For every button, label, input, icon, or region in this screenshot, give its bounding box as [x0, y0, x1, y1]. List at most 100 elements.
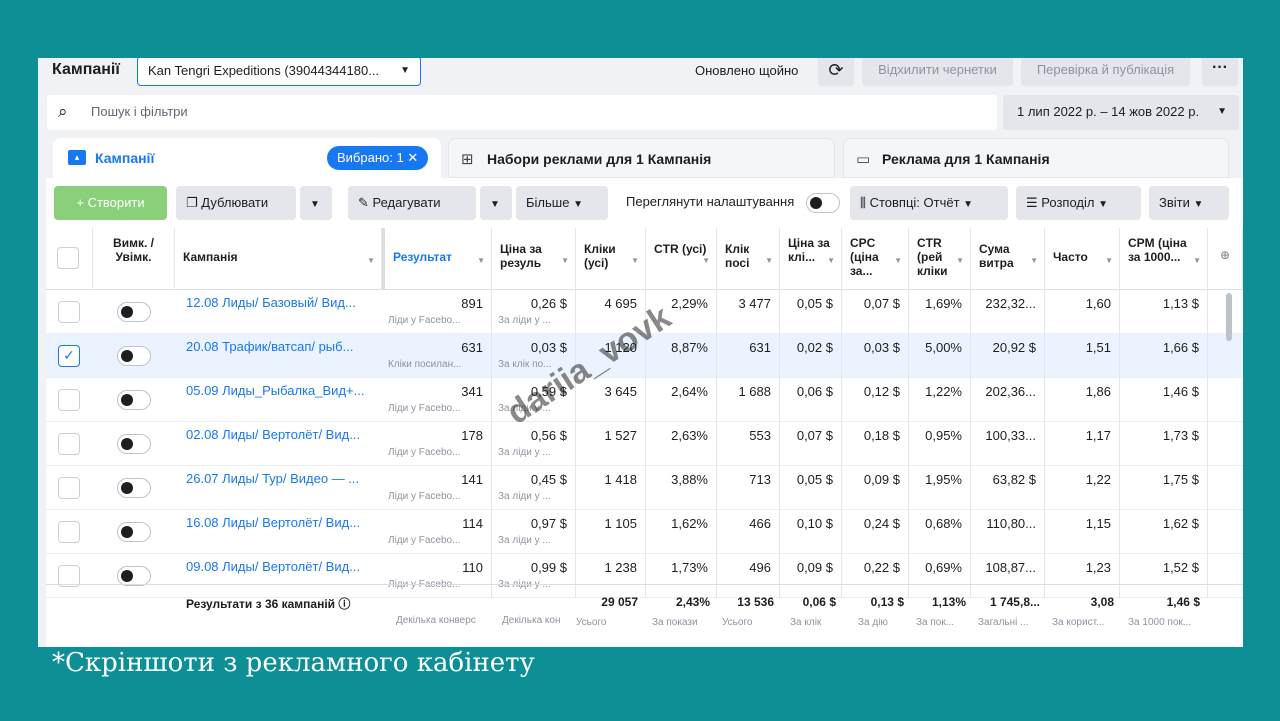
tab-campaigns[interactable]: ▴ Кампанії Вибрано: 1 ✕ — [53, 138, 441, 178]
cell-results-value: 891 — [461, 296, 483, 311]
create-button[interactable]: + Створити — [54, 186, 167, 220]
row-checkbox[interactable] — [58, 301, 80, 323]
breakdown-icon: ☰ — [1026, 195, 1042, 210]
duplicate-button[interactable]: ❐ Дублювати — [176, 186, 296, 220]
col-results[interactable]: Результат ▼ — [382, 228, 492, 290]
totals-cpl: 0,06 $ За клік — [790, 595, 836, 628]
campaign-name-link[interactable]: 02.08 Лиды/ Вертолёт/ Вид... — [186, 427, 376, 442]
sort-icon: ▼ — [827, 256, 835, 265]
breakdown-button[interactable]: ☰ Розподіл ▼ — [1016, 186, 1141, 220]
cell-cpm-value: 1,52 $ — [1162, 560, 1199, 575]
refresh-icon[interactable]: ⟳ — [818, 58, 854, 86]
date-range-picker[interactable]: 1 лип 2022 р. – 14 жов 2022 р. ▼ — [1003, 95, 1239, 130]
edit-dropdown[interactable]: ▼ — [480, 186, 512, 220]
campaign-toggle[interactable] — [117, 346, 151, 366]
col-frequency[interactable]: Часто ▼ — [1045, 228, 1120, 290]
cell-results-sub: Ліди у Facebo... — [388, 315, 461, 326]
search-input[interactable]: ⌕ Пошук і фільтри — [47, 95, 997, 130]
add-column-icon[interactable]: ⊕ — [1208, 228, 1243, 290]
col-toggle[interactable]: Вимк. / Увімк. — [93, 228, 175, 290]
tab-ads[interactable]: ▭ Реклама для 1 Кампанія — [843, 138, 1229, 178]
cell-cpc-value: 0,22 $ — [863, 560, 900, 575]
campaign-name-link[interactable]: 12.08 Лиды/ Базовый/ Вид... — [186, 295, 376, 310]
cell-cpm: 1,13 $ — [1120, 290, 1208, 334]
totals-cpm-value: 1,46 $ — [1166, 595, 1200, 609]
sort-icon: ▼ — [1105, 256, 1113, 265]
more-options-icon[interactable]: ··· — [1202, 58, 1238, 86]
campaign-toggle[interactable] — [117, 390, 151, 410]
campaign-toggle[interactable] — [117, 434, 151, 454]
cell-clicks-value: 1 418 — [604, 472, 637, 487]
select-all-checkbox[interactable] — [57, 247, 79, 269]
totals-link-value: 13 536 — [737, 595, 774, 609]
campaign-toggle[interactable] — [117, 302, 151, 322]
col-cost-click[interactable]: Ціна за клі... ▼ — [780, 228, 842, 290]
row-checkbox[interactable] — [58, 521, 80, 543]
chevron-down-icon: ▼ — [400, 65, 410, 76]
edit-button[interactable]: ✎ Редагувати — [348, 186, 476, 220]
table-row[interactable]: 26.07 Лиды/ Тур/ Видео — ... 141 Ліди у Fa… — [46, 466, 1243, 510]
totals-label: Результати з 36 кампаній — [186, 597, 336, 611]
sort-icon: ▼ — [367, 256, 375, 265]
col-ctr-all[interactable]: CTR (усі) ▼ — [646, 228, 717, 290]
chevron-down-icon: ▼ — [310, 199, 320, 210]
cell-cpl-value: 0,09 $ — [796, 560, 833, 575]
search-icon: ⌕ — [58, 102, 68, 121]
cell-link-value: 1 688 — [738, 384, 771, 399]
close-icon[interactable]: ✕ — [407, 150, 418, 165]
campaign-name-link[interactable]: 16.08 Лиды/ Вертолёт/ Вид... — [186, 515, 376, 530]
cell-results-value: 178 — [461, 428, 483, 443]
campaign-toggle[interactable] — [117, 522, 151, 542]
tab-adsets[interactable]: ⊞ Набори реклами для 1 Кампанія — [448, 138, 835, 178]
row-checkbox[interactable] — [58, 389, 80, 411]
scrollbar[interactable] — [1226, 293, 1232, 341]
chevron-down-icon: ▼ — [1217, 106, 1227, 117]
col-campaign[interactable]: Кампанія ▼ — [175, 228, 382, 290]
col-ctr-link[interactable]: CTR (рей кліки ▼ — [909, 228, 971, 290]
cell-ctrl: 0,68% — [909, 510, 971, 554]
col-spend[interactable]: Сума витра ▼ — [971, 228, 1045, 290]
cell-ctr-value: 2,29% — [671, 296, 708, 311]
reports-button[interactable]: Звіти ▼ — [1149, 186, 1229, 220]
col-cpm[interactable]: CPM (ціна за 1000... ▼ — [1120, 228, 1208, 290]
row-checkbox[interactable]: ✓ — [58, 345, 80, 367]
columns-button[interactable]: ⫼ Стовпці: Отчёт ▼ — [850, 186, 1008, 220]
sort-icon: ▼ — [702, 256, 710, 265]
col-link-clicks[interactable]: Клік посі ▼ — [717, 228, 780, 290]
view-settings-toggle[interactable] — [806, 193, 840, 213]
cell-cpl-value: 0,10 $ — [796, 516, 833, 531]
row-checkbox[interactable] — [58, 433, 80, 455]
duplicate-dropdown[interactable]: ▼ — [300, 186, 332, 220]
cell-spend-value: 110,80... — [986, 516, 1036, 531]
campaign-name-link[interactable]: 05.09 Лиды_Рыбалка_Вид+... — [186, 383, 376, 398]
cell-cpl: 0,10 $ — [780, 510, 842, 554]
totals-link: 13 536 Усього — [722, 595, 774, 628]
campaign-toggle[interactable] — [117, 566, 151, 586]
col-cpc[interactable]: CPC (ціна за... ▼ — [842, 228, 909, 290]
cell-cpl-value: 0,07 $ — [796, 428, 833, 443]
sort-icon: ▼ — [956, 256, 964, 265]
campaign-toggle[interactable] — [117, 478, 151, 498]
info-icon[interactable]: ⓘ — [338, 597, 350, 611]
cell-ctrl-value: 0,69% — [925, 560, 962, 575]
cell-spend: 110,80... — [971, 510, 1045, 554]
account-selector[interactable]: Kan Tengri Expeditions (39044344180... ▼ — [137, 58, 421, 86]
col-cost-result[interactable]: Ціна за резуль ▼ — [492, 228, 576, 290]
duplicate-label: Дублювати — [201, 195, 269, 210]
cell-cpc: 0,03 $ — [842, 334, 909, 378]
col-clicks-all[interactable]: Кліки (усі) ▼ — [576, 228, 646, 290]
more-button[interactable]: Більше ▼ — [516, 186, 608, 220]
discard-drafts-button[interactable]: Відхилити чернетки — [862, 58, 1013, 86]
campaign-name-link[interactable]: 09.08 Лиды/ Вертолёт/ Вид... — [186, 559, 376, 574]
table-row[interactable]: 02.08 Лиды/ Вертолёт/ Вид... 178 Ліди у Fa… — [46, 422, 1243, 466]
campaign-name-link[interactable]: 20.08 Трафик/ватсап/ рыб... — [186, 339, 376, 354]
review-publish-button[interactable]: Перевірка й публікація — [1021, 58, 1190, 86]
cell-cost-value: 0,45 $ — [530, 472, 567, 487]
row-checkbox[interactable] — [58, 477, 80, 499]
selected-chip[interactable]: Вибрано: 1 ✕ — [327, 146, 429, 170]
col-ctr-link-label: CTR (рей кліки — [917, 236, 948, 278]
campaign-name-link[interactable]: 26.07 Лиды/ Тур/ Видео — ... — [186, 471, 376, 486]
table-row[interactable]: 16.08 Лиды/ Вертолёт/ Вид... 114 Ліди у Fa… — [46, 510, 1243, 554]
cell-cpl-value: 0,06 $ — [796, 384, 833, 399]
table-row[interactable]: 05.09 Лиды_Рыбалка_Вид+... 341 Ліди у Face… — [46, 378, 1243, 422]
